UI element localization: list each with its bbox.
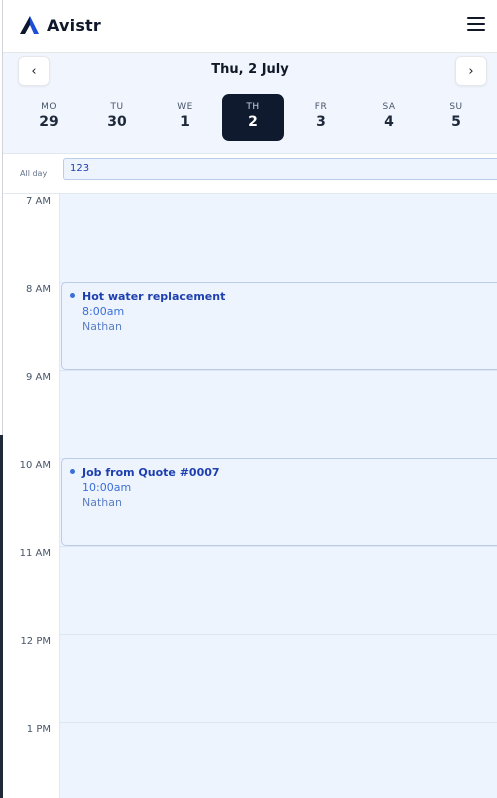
- day-mo[interactable]: MO 29: [18, 94, 80, 141]
- event-card[interactable]: Job from Quote #0007 10:00am Nathan: [61, 458, 497, 546]
- dot-icon: [70, 293, 75, 298]
- day-th[interactable]: TH 2: [222, 94, 284, 141]
- date-navigation: ‹ Thu, 2 July › MO 29 TU 30 WE 1 TH 2 FR…: [3, 53, 497, 154]
- day-name: TU: [110, 102, 124, 112]
- app-header: Avistr: [3, 0, 497, 53]
- event-time: 10:00am: [82, 481, 132, 494]
- hour-line: [59, 370, 497, 371]
- hour-label: 8 AM: [25, 284, 51, 295]
- all-day-row: All day 123: [3, 154, 497, 194]
- hour-label: 7 AM: [25, 196, 51, 207]
- all-day-label: All day: [20, 169, 48, 178]
- hour-line: [59, 546, 497, 547]
- app-name: Avistr: [47, 15, 101, 35]
- day-number: 4: [384, 114, 394, 130]
- day-number: 1: [180, 114, 190, 130]
- hour-label: 12 PM: [20, 636, 51, 647]
- day-number: 30: [107, 114, 127, 130]
- day-name: SU: [449, 102, 463, 112]
- day-name: MO: [41, 102, 57, 112]
- hour-label: 10 AM: [19, 460, 51, 471]
- event-assignee: Nathan: [82, 320, 122, 333]
- day-su[interactable]: SU 5: [425, 94, 487, 141]
- day-name: SA: [382, 102, 396, 112]
- hour-line: [59, 722, 497, 723]
- day-number: 2: [248, 114, 258, 130]
- dot-icon: [70, 469, 75, 474]
- week-strip: MO 29 TU 30 WE 1 TH 2 FR 3 SA 4 SU 5: [3, 94, 497, 141]
- day-fr[interactable]: FR 3: [290, 94, 352, 141]
- next-day-button[interactable]: ›: [455, 56, 487, 86]
- logo[interactable]: Avistr: [19, 14, 101, 36]
- day-number: 29: [39, 114, 59, 130]
- day-name: TH: [246, 102, 260, 112]
- event-assignee: Nathan: [82, 496, 122, 509]
- day-name: FR: [314, 102, 328, 112]
- day-sa[interactable]: SA 4: [358, 94, 420, 141]
- day-number: 3: [316, 114, 326, 130]
- hour-line: [59, 634, 497, 635]
- hour-label: 9 AM: [25, 372, 51, 383]
- event-time: 8:00am: [82, 305, 125, 318]
- time-grid[interactable]: 7 AM 8 AM 9 AM 10 AM 11 AM 12 PM 1 PM Ho…: [3, 194, 497, 798]
- hamburger-menu-icon[interactable]: [467, 17, 485, 33]
- event-title: Job from Quote #0007: [82, 466, 220, 479]
- hour-label: 11 AM: [19, 548, 51, 559]
- hour-label: 1 PM: [26, 724, 51, 735]
- event-card[interactable]: Hot water replacement 8:00am Nathan: [61, 282, 497, 370]
- day-we[interactable]: WE 1: [154, 94, 216, 141]
- event-title: Hot water replacement: [82, 290, 226, 303]
- all-day-event[interactable]: 123: [63, 158, 497, 180]
- day-number: 5: [451, 114, 461, 130]
- avistr-logo-icon: [20, 16, 39, 34]
- current-date: Thu, 2 July: [211, 62, 289, 77]
- day-tu[interactable]: TU 30: [86, 94, 148, 141]
- day-name: WE: [177, 102, 193, 112]
